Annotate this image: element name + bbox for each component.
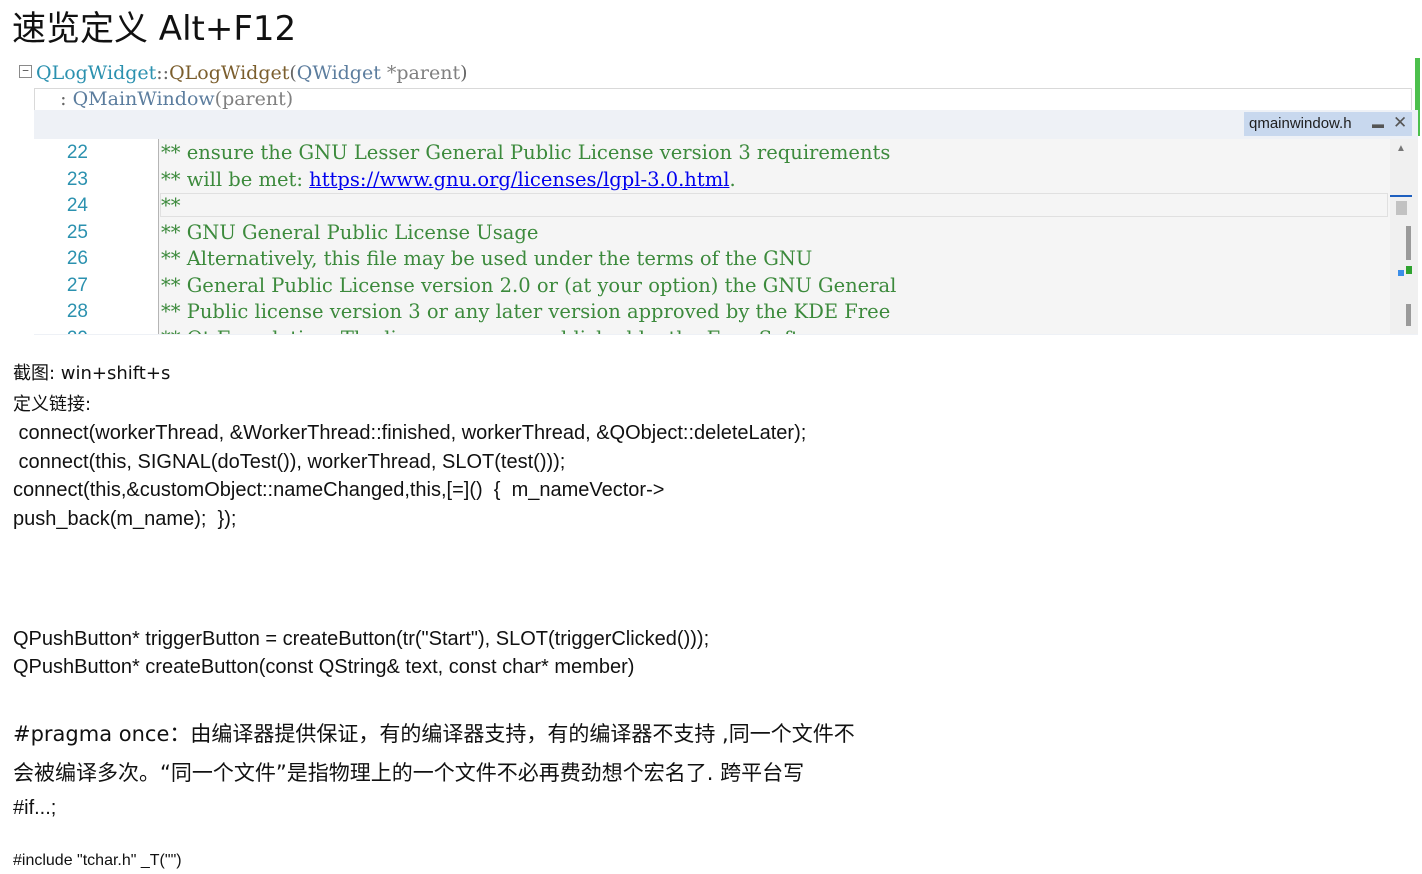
peek-file-tab[interactable]: qmainwindow.h ▬ ✕ <box>1244 112 1412 136</box>
code-line-25: ** GNU General Public License Usage <box>161 220 539 244</box>
scroll-map-marker <box>1406 266 1412 274</box>
code-line-28: ** Public license version 3 or any later… <box>161 300 891 323</box>
line-number: 29 <box>34 326 88 335</box>
scroll-position-marker <box>1390 195 1412 197</box>
peek-code-viewport: 29 ** ensure the GNU Lesser General Publ… <box>0 139 1390 334</box>
promote-to-document-icon[interactable]: ▬ <box>1372 112 1384 136</box>
code-line-23: ** will be met: https://www.gnu.org/lice… <box>161 167 736 194</box>
close-paren: ) <box>460 62 468 84</box>
qpushbutton-example-2: QPushButton* createButton(const QString&… <box>13 656 635 678</box>
scroll-map-marker <box>1398 270 1404 276</box>
code-line-27: ** General Public License version 2.0 or… <box>161 273 897 297</box>
close-icon[interactable]: ✕ <box>1393 111 1407 135</box>
include-note: #include "tchar.h" _T("") <box>13 852 182 869</box>
scroll-up-icon[interactable]: ▲ <box>1396 143 1406 154</box>
scroll-map-marker <box>1406 226 1411 260</box>
peek-tab-bar <box>34 110 1418 138</box>
qpushbutton-example-1: QPushButton* triggerButton = createButto… <box>13 628 710 650</box>
method-name[interactable]: QLogWidget <box>169 62 289 84</box>
code-line-26: ** Alternatively, this file may be used … <box>161 247 813 270</box>
pragma-once-note: #pragma once：由编译器提供保证，有的编译器支持，有的编译器不支持 ,… <box>13 722 855 746</box>
open-paren: ( <box>289 62 297 84</box>
license-link[interactable]: https://www.gnu.org/licenses/lgpl-3.0.ht… <box>309 168 729 191</box>
initializer-args: (parent) <box>214 88 294 110</box>
connect-example-1: connect(workerThread, &WorkerThread::fin… <box>13 422 807 444</box>
vertical-scrollbar[interactable] <box>1390 139 1418 334</box>
function-signature: QLogWidget::QLogWidget(QWidget *parent) <box>36 60 468 86</box>
pragma-if-note: #if...; <box>13 797 57 819</box>
base-class-name[interactable]: QMainWindow <box>73 88 215 110</box>
comment-text: . <box>729 167 736 191</box>
class-name: QLogWidget <box>36 62 157 84</box>
collapse-icon[interactable]: − <box>19 65 32 78</box>
page-title: 速览定义 Alt+F12 <box>12 9 297 49</box>
connect-example-3-cont: push_back(m_name); }); <box>13 508 237 530</box>
definition-link-heading: 定义链接: <box>13 394 92 415</box>
initializer-line: : QMainWindow(parent) <box>36 86 293 112</box>
code-line-24: ** <box>161 194 181 217</box>
connect-example-3: connect(this,&customObject::nameChanged,… <box>13 479 665 501</box>
param-name: *parent <box>380 62 461 84</box>
scroll-map-marker <box>1406 304 1411 326</box>
code-line-22: ** ensure the GNU Lesser General Public … <box>161 141 891 164</box>
param-type[interactable]: QWidget <box>297 62 381 84</box>
comment-text: ** will be met: <box>161 167 310 191</box>
scope-separator: :: <box>156 62 170 84</box>
scrollbar-thumb[interactable] <box>1396 201 1407 215</box>
screenshot-note: 截图: win+shift+s <box>13 363 171 384</box>
connect-example-2: connect(this, SIGNAL(doTest()), workerTh… <box>13 451 566 473</box>
code-line-29: ** Qt Foundation. The licenses are as pu… <box>161 326 848 335</box>
peek-file-name[interactable]: qmainwindow.h <box>1249 112 1352 136</box>
initializer-prefix: : <box>36 88 73 110</box>
pragma-once-note-cont: 会被编译多次。“同一个文件”是指物理上的一个文件不必再费劲想个宏名了. 跨平台写 <box>13 761 805 785</box>
